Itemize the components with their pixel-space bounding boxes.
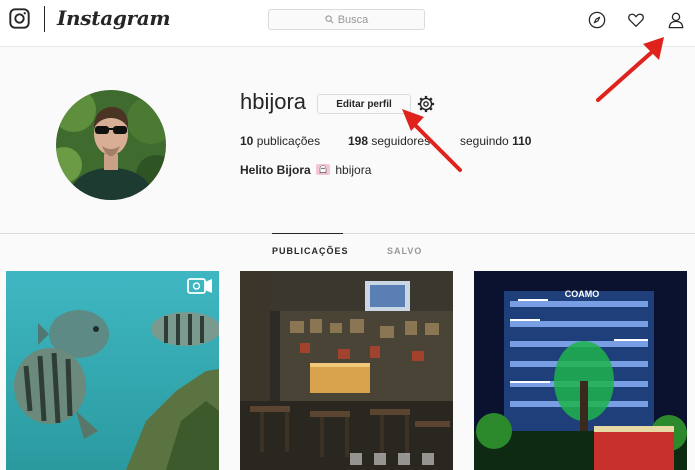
- edit-profile-button[interactable]: Editar perfil: [317, 94, 411, 114]
- instagram-wordmark[interactable]: Instagram: [57, 6, 171, 30]
- avatar-photo: [56, 90, 166, 200]
- bar-photo: [240, 271, 453, 470]
- followers-label: seguidores: [371, 134, 431, 148]
- posts-count-stat: 10 publicações: [240, 134, 320, 148]
- search-placeholder: Busca: [337, 13, 369, 26]
- building-sign: COAMO: [565, 289, 600, 299]
- posts-label: publicações: [256, 134, 321, 148]
- search-icon: [325, 15, 334, 24]
- following-stat[interactable]: seguindo 110: [460, 134, 531, 148]
- posts-count: 10: [240, 134, 254, 148]
- profile-full-name: Helito Bijora: [240, 163, 311, 177]
- logo-divider: [44, 6, 45, 32]
- post-thumbnail-building[interactable]: COAMO: [474, 271, 687, 470]
- aquarium-photo: [6, 271, 219, 470]
- profile-person-icon[interactable]: [667, 11, 685, 29]
- following-count: 110: [512, 134, 532, 148]
- followers-count: 198: [348, 134, 369, 148]
- active-tab-indicator: [272, 233, 343, 234]
- followers-stat[interactable]: 198 seguidores: [348, 134, 430, 148]
- top-navigation-bar: Instagram Busca: [0, 0, 695, 47]
- post-thumbnail-aquarium[interactable]: [6, 271, 219, 470]
- search-input[interactable]: Busca: [268, 9, 425, 30]
- explore-compass-icon[interactable]: [588, 11, 606, 29]
- tab-salvo[interactable]: SALVO: [387, 246, 422, 256]
- ghost-badge-icon: [316, 164, 331, 175]
- profile-bio: Helito Bijora hbijora: [240, 163, 371, 177]
- profile-username: hbijora: [240, 89, 307, 114]
- building-photo: COAMO: [474, 271, 687, 470]
- instagram-logo-icon[interactable]: [9, 8, 30, 29]
- tabs-divider: [0, 233, 695, 234]
- settings-gear-icon[interactable]: [417, 95, 435, 113]
- profile-bio-handle: hbijora: [335, 163, 372, 177]
- following-label: seguindo: [460, 134, 509, 148]
- profile-avatar[interactable]: [56, 90, 166, 200]
- tab-publicacoes[interactable]: PUBLICAÇÕES: [272, 246, 349, 256]
- post-thumbnail-bar[interactable]: [240, 271, 453, 470]
- activity-heart-icon[interactable]: [627, 11, 645, 29]
